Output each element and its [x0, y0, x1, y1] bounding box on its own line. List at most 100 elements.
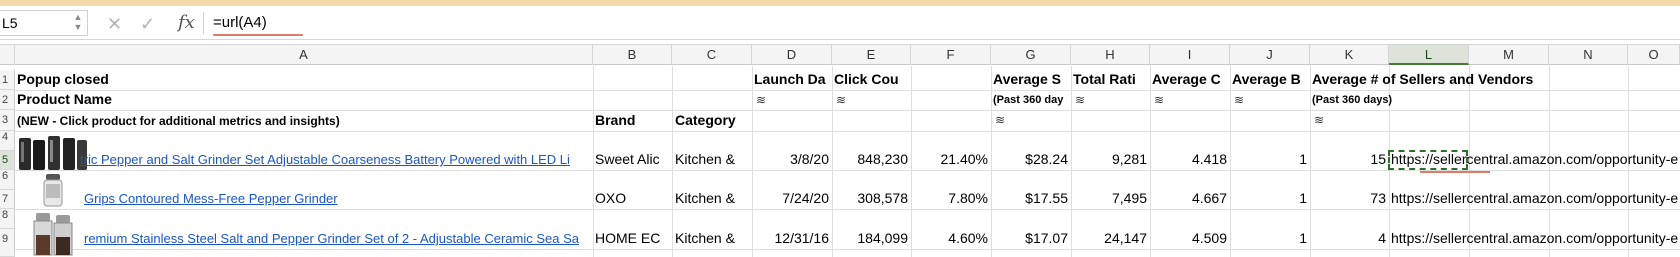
cell-d1[interactable]: Launch Da — [754, 71, 831, 87]
cell-click-share[interactable]: 21.40% — [911, 151, 988, 167]
column-header-m[interactable]: M — [1469, 45, 1549, 65]
cell-click-count[interactable]: 308,578 — [832, 190, 908, 206]
cell-brand[interactable]: OXO — [595, 190, 672, 206]
cell-k1[interactable]: Average # of Sellers and Vendors — [1312, 71, 1652, 87]
column-header-bar: A B C D E F G H I J K L M N O — [0, 44, 1680, 65]
cell-sellers[interactable]: 15 — [1310, 151, 1386, 167]
cell-avg-rating[interactable]: 4.509 — [1150, 230, 1227, 246]
confirm-edit-icon[interactable]: ✓ — [140, 14, 155, 35]
product-link[interactable]: Grips Contoured Mess-Free Pepper Grinder — [84, 191, 592, 206]
name-box[interactable]: L5 ▲ ▼ — [0, 10, 88, 36]
row-header-9[interactable]: 9 — [0, 229, 15, 257]
column-header-g[interactable]: G — [991, 45, 1071, 65]
copy-marquee-selection — [1388, 150, 1468, 170]
cell-click-count[interactable]: 184,099 — [832, 230, 908, 246]
cell-launch-date[interactable]: 12/31/16 — [752, 230, 830, 246]
spellcheck-underline — [1420, 171, 1490, 173]
product-image-steel-grinders[interactable] — [28, 211, 80, 257]
cell-category[interactable]: Kitchen & — [675, 151, 751, 167]
sort-wave-icon[interactable]: ≋ — [1234, 93, 1244, 107]
cell-launch-date[interactable]: 7/24/20 — [752, 190, 829, 206]
name-box-stepper-icon[interactable]: ▲ ▼ — [73, 12, 83, 34]
product-image-grinder-set[interactable] — [15, 134, 87, 170]
row-header-1[interactable]: 1 — [0, 70, 15, 90]
column-header-l[interactable]: L — [1389, 45, 1469, 65]
cell-g2[interactable]: (Past 360 day — [993, 94, 1070, 106]
formula-bar: L5 ▲ ▼ ✕ ✓ fx =url(A4) — [0, 6, 1680, 40]
cell-h1[interactable]: Total Rati — [1073, 71, 1149, 87]
cell-c3[interactable]: Category — [675, 112, 751, 128]
cell-e1[interactable]: Click Cou — [834, 71, 910, 87]
column-header-k[interactable]: K — [1310, 45, 1389, 65]
column-header-h[interactable]: H — [1071, 45, 1150, 65]
row-header-4[interactable]: 4 — [0, 131, 15, 151]
cell-avg-rating[interactable]: 4.418 — [1150, 151, 1227, 167]
row-header-5[interactable]: 5 — [0, 151, 15, 170]
cell-total-ratings[interactable]: 9,281 — [1071, 151, 1147, 167]
column-header-j[interactable]: J — [1230, 45, 1310, 65]
formula-input[interactable]: =url(A4) — [213, 14, 267, 31]
cell-avg-rating[interactable]: 4.667 — [1150, 190, 1227, 206]
cell-avg-b[interactable]: 1 — [1230, 230, 1307, 246]
select-all-corner[interactable] — [0, 45, 15, 65]
cell-total-ratings[interactable]: 7,495 — [1071, 190, 1147, 206]
column-header-n[interactable]: N — [1549, 45, 1628, 65]
cell-avg-b[interactable]: 1 — [1230, 151, 1307, 167]
cell-a3[interactable]: (NEW - Click product for additional metr… — [17, 114, 587, 128]
row-header-3[interactable]: 3 — [0, 110, 15, 131]
insert-function-button[interactable]: fx — [178, 12, 195, 33]
sort-wave-icon[interactable]: ≋ — [836, 93, 846, 107]
cell-url[interactable]: https://sellercentral.amazon.com/opportu… — [1391, 230, 1680, 246]
cell-avg-price[interactable]: $17.07 — [991, 230, 1068, 246]
formula-spellcheck-underline — [213, 34, 303, 36]
cell-url[interactable]: https://sellercentral.amazon.com/opportu… — [1391, 190, 1680, 206]
cell-g1[interactable]: Average S — [993, 71, 1070, 87]
cell-b3[interactable]: Brand — [595, 112, 671, 128]
cell-i1[interactable]: Average C — [1152, 71, 1229, 87]
row-header-6[interactable]: 6 — [0, 170, 15, 190]
column-header-f[interactable]: F — [911, 45, 991, 65]
column-header-e[interactable]: E — [832, 45, 911, 65]
grid-line — [15, 249, 1680, 250]
cell-a1[interactable]: Popup closed — [17, 71, 587, 87]
column-header-c[interactable]: C — [672, 45, 752, 65]
cell-click-share[interactable]: 7.80% — [911, 190, 988, 206]
column-header-a[interactable]: A — [15, 45, 593, 65]
cell-sellers[interactable]: 73 — [1310, 190, 1386, 206]
product-image-pepper-grinder[interactable] — [28, 172, 80, 208]
row-header-8[interactable]: 8 — [0, 209, 15, 229]
formula-bar-divider — [203, 12, 204, 34]
row-header-7[interactable]: 7 — [0, 190, 15, 209]
cancel-edit-icon[interactable]: ✕ — [107, 14, 122, 35]
cell-launch-date[interactable]: 3/8/20 — [752, 151, 829, 167]
row-header-2[interactable]: 2 — [0, 90, 15, 110]
sort-wave-icon[interactable]: ≋ — [1154, 93, 1164, 107]
cell-avg-price[interactable]: $28.24 — [991, 151, 1068, 167]
cell-k2[interactable]: (Past 360 days) — [1312, 94, 1462, 106]
cell-a2[interactable]: Product Name — [17, 91, 587, 107]
product-link[interactable]: tric Pepper and Salt Grinder Set Adjusta… — [80, 152, 592, 167]
cell-brand[interactable]: HOME EC — [595, 230, 672, 246]
sort-wave-icon[interactable]: ≋ — [995, 113, 1005, 127]
cell-total-ratings[interactable]: 24,147 — [1071, 230, 1147, 246]
sort-wave-icon[interactable]: ≋ — [756, 93, 766, 107]
grid-line — [593, 66, 594, 257]
cell-j1[interactable]: Average B — [1232, 71, 1309, 87]
cell-sellers[interactable]: 4 — [1310, 230, 1386, 246]
column-header-d[interactable]: D — [752, 45, 832, 65]
cell-category[interactable]: Kitchen & — [675, 230, 751, 246]
cell-avg-price[interactable]: $17.55 — [991, 190, 1068, 206]
sort-wave-icon[interactable]: ≋ — [1314, 113, 1324, 127]
sort-wave-icon[interactable]: ≋ — [1075, 93, 1085, 107]
column-header-b[interactable]: B — [593, 45, 672, 65]
cell-category[interactable]: Kitchen & — [675, 190, 751, 206]
cell-click-share[interactable]: 4.60% — [911, 230, 988, 246]
cell-click-count[interactable]: 848,230 — [832, 151, 908, 167]
name-box-value: L5 — [2, 15, 18, 31]
column-header-o[interactable]: O — [1628, 45, 1680, 65]
cell-brand[interactable]: Sweet Alic — [595, 151, 672, 167]
column-header-i[interactable]: I — [1150, 45, 1230, 65]
grid-line — [15, 131, 1680, 132]
cell-avg-b[interactable]: 1 — [1230, 190, 1307, 206]
product-link[interactable]: remium Stainless Steel Salt and Pepper G… — [84, 231, 592, 246]
